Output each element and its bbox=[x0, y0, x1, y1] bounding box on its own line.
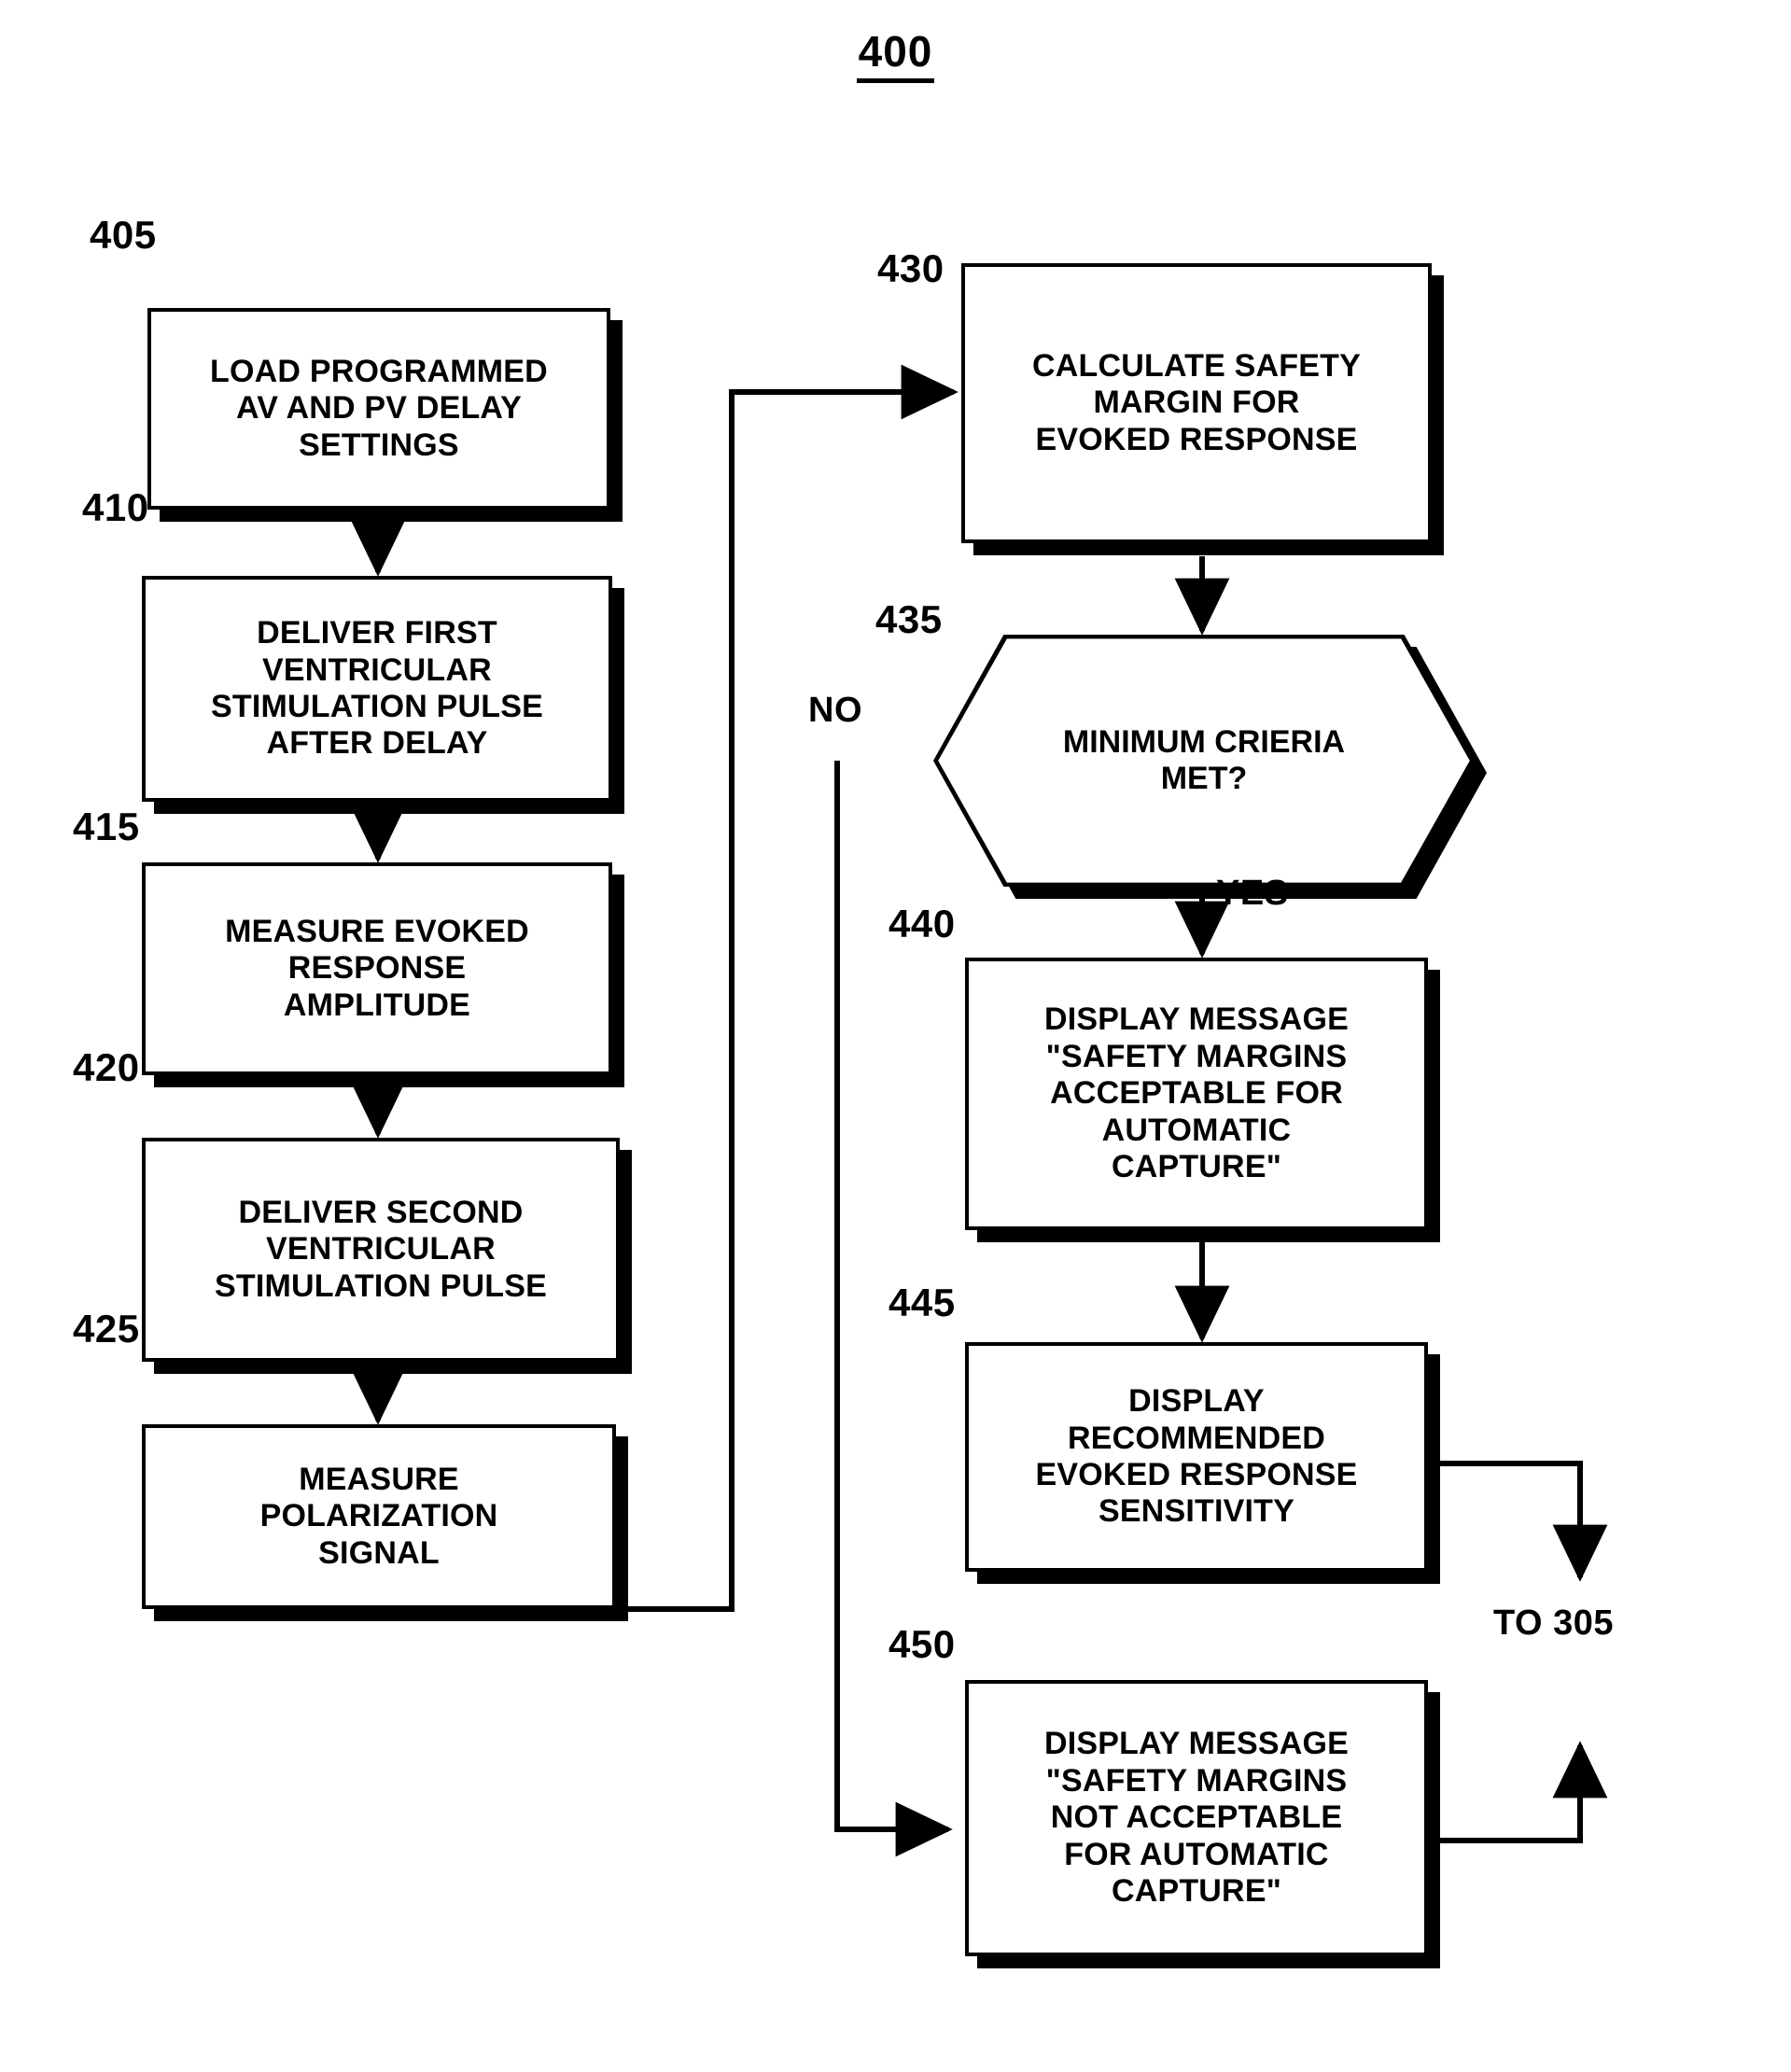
ref-numeral-440: 440 bbox=[889, 902, 956, 945]
ref-numeral-450: 450 bbox=[889, 1622, 956, 1666]
node-420-deliver-second-ventricular-pulse: DELIVER SECOND VENTRICULAR STIMULATION P… bbox=[142, 1138, 620, 1362]
ref-numeral-410: 410 bbox=[82, 485, 149, 529]
edge-label-no: NO bbox=[808, 691, 862, 730]
edge-450-to-305 bbox=[1437, 1741, 1608, 1843]
decision-label: MINIMUM CRIERIA MET? bbox=[1062, 723, 1346, 796]
node-410-deliver-first-ventricular-pulse: DELIVER FIRST VENTRICULAR STIMULATION PU… bbox=[142, 576, 612, 802]
figure-number: 400 bbox=[0, 26, 1791, 83]
node-415-measure-evoked-response-amplitude: MEASURE EVOKED RESPONSE AMPLITUDE bbox=[142, 862, 612, 1075]
edge-445-to-305 bbox=[1437, 1461, 1608, 1582]
ref-numeral-430: 430 bbox=[877, 246, 944, 290]
ref-numeral-405: 405 bbox=[90, 213, 157, 257]
edge-label-to-305: TO 305 bbox=[1493, 1603, 1615, 1643]
ref-numeral-415: 415 bbox=[73, 805, 140, 848]
edge-425-to-430 bbox=[624, 364, 958, 1612]
figure-canvas: 400 405 LOAD PROGRAMMED AV AND PV DELAY … bbox=[0, 0, 1791, 2072]
node-445-display-recommended-sensitivity: DISPLAY RECOMMENDED EVOKED RESPONSE SENS… bbox=[965, 1342, 1428, 1572]
decision-fill: MINIMUM CRIERIA MET? bbox=[938, 638, 1470, 883]
node-440-display-message-acceptable: DISPLAY MESSAGE "SAFETY MARGINS ACCEPTAB… bbox=[965, 958, 1428, 1230]
ref-numeral-435: 435 bbox=[875, 597, 943, 641]
node-435-minimum-criteria-met: MINIMUM CRIERIA MET? bbox=[933, 635, 1487, 899]
node-425-measure-polarization-signal: MEASURE POLARIZATION SIGNAL bbox=[142, 1424, 616, 1609]
ref-numeral-420: 420 bbox=[73, 1045, 140, 1089]
node-405-load-programmed-delay-settings: LOAD PROGRAMMED AV AND PV DELAY SETTINGS bbox=[147, 308, 610, 510]
node-450-display-message-not-acceptable: DISPLAY MESSAGE "SAFETY MARGINS NOT ACCE… bbox=[965, 1680, 1428, 1956]
edge-label-yes: YES bbox=[1216, 874, 1289, 913]
ref-numeral-425: 425 bbox=[73, 1307, 140, 1351]
ref-numeral-445: 445 bbox=[889, 1281, 956, 1324]
node-430-calculate-safety-margin: CALCULATE SAFETY MARGIN FOR EVOKED RESPO… bbox=[961, 263, 1432, 543]
